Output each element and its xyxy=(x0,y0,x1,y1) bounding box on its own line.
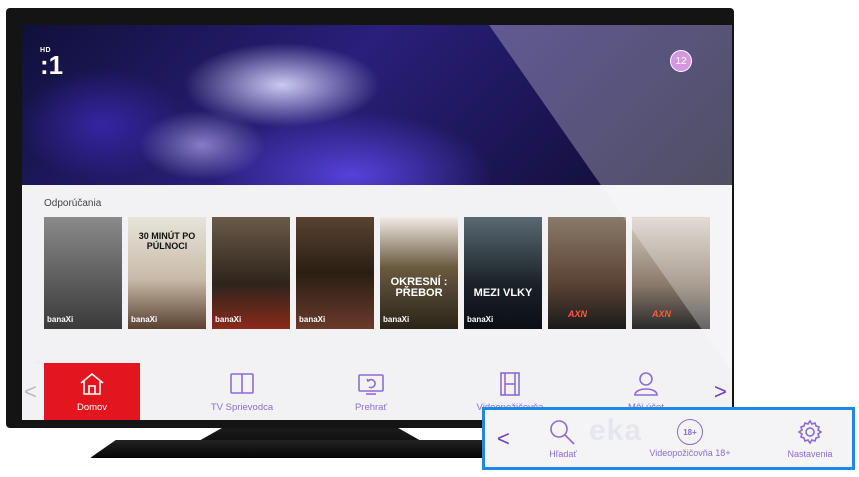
menu-item-settings[interactable]: Nastavenia xyxy=(775,410,845,467)
adult-18-icon: 18+ xyxy=(677,419,703,445)
tv-frame: HD :1 12 Odporúčania banaXi 30 MINÚT PO … xyxy=(6,8,734,428)
channel-logo: HD :1 xyxy=(40,47,64,80)
nav-item-replay[interactable]: Prehrať xyxy=(323,363,419,420)
poster-3[interactable]: banaXi xyxy=(212,217,290,329)
more-menu-callout: eka < Hľadať 18+ Videopožičovňa 18+ Nast… xyxy=(482,407,855,470)
poster-1[interactable]: banaXi xyxy=(44,217,122,329)
tv-stand-base xyxy=(90,440,520,458)
more-menu-back-arrow[interactable]: < xyxy=(497,426,510,452)
tv-screen: HD :1 12 Odporúčania banaXi 30 MINÚT PO … xyxy=(22,25,732,420)
search-icon xyxy=(550,420,575,445)
poster-4[interactable]: banaXi xyxy=(296,217,374,329)
recommendations-title: Odporúčania xyxy=(44,198,102,209)
book-icon xyxy=(230,372,254,394)
poster-6[interactable]: MEZI VLKY banaXi xyxy=(464,217,542,329)
film-icon xyxy=(500,371,520,396)
nav-item-tv-guide[interactable]: TV Sprievodca xyxy=(194,363,290,420)
gear-icon xyxy=(797,419,823,445)
poster-7[interactable]: AXN xyxy=(548,217,626,329)
nav-next-arrow[interactable]: > xyxy=(714,379,727,405)
menu-item-adult-rental[interactable]: 18+ Videopožičovňa 18+ xyxy=(635,410,745,467)
poster-2[interactable]: 30 MINÚT PO PÚLNOCI banaXi xyxy=(128,217,206,329)
poster-5[interactable]: OKRESNÍ : PŘEBOR banaXi xyxy=(380,217,458,329)
poster-row: banaXi 30 MINÚT PO PÚLNOCI banaXi banaXi… xyxy=(44,217,710,329)
nav-prev-arrow[interactable]: < xyxy=(24,379,37,405)
replay-icon xyxy=(358,373,384,395)
user-icon xyxy=(634,371,658,396)
nav-item-home[interactable]: Domov xyxy=(44,363,140,420)
home-icon xyxy=(80,372,104,395)
menu-item-search[interactable]: Hľadať xyxy=(533,410,593,467)
